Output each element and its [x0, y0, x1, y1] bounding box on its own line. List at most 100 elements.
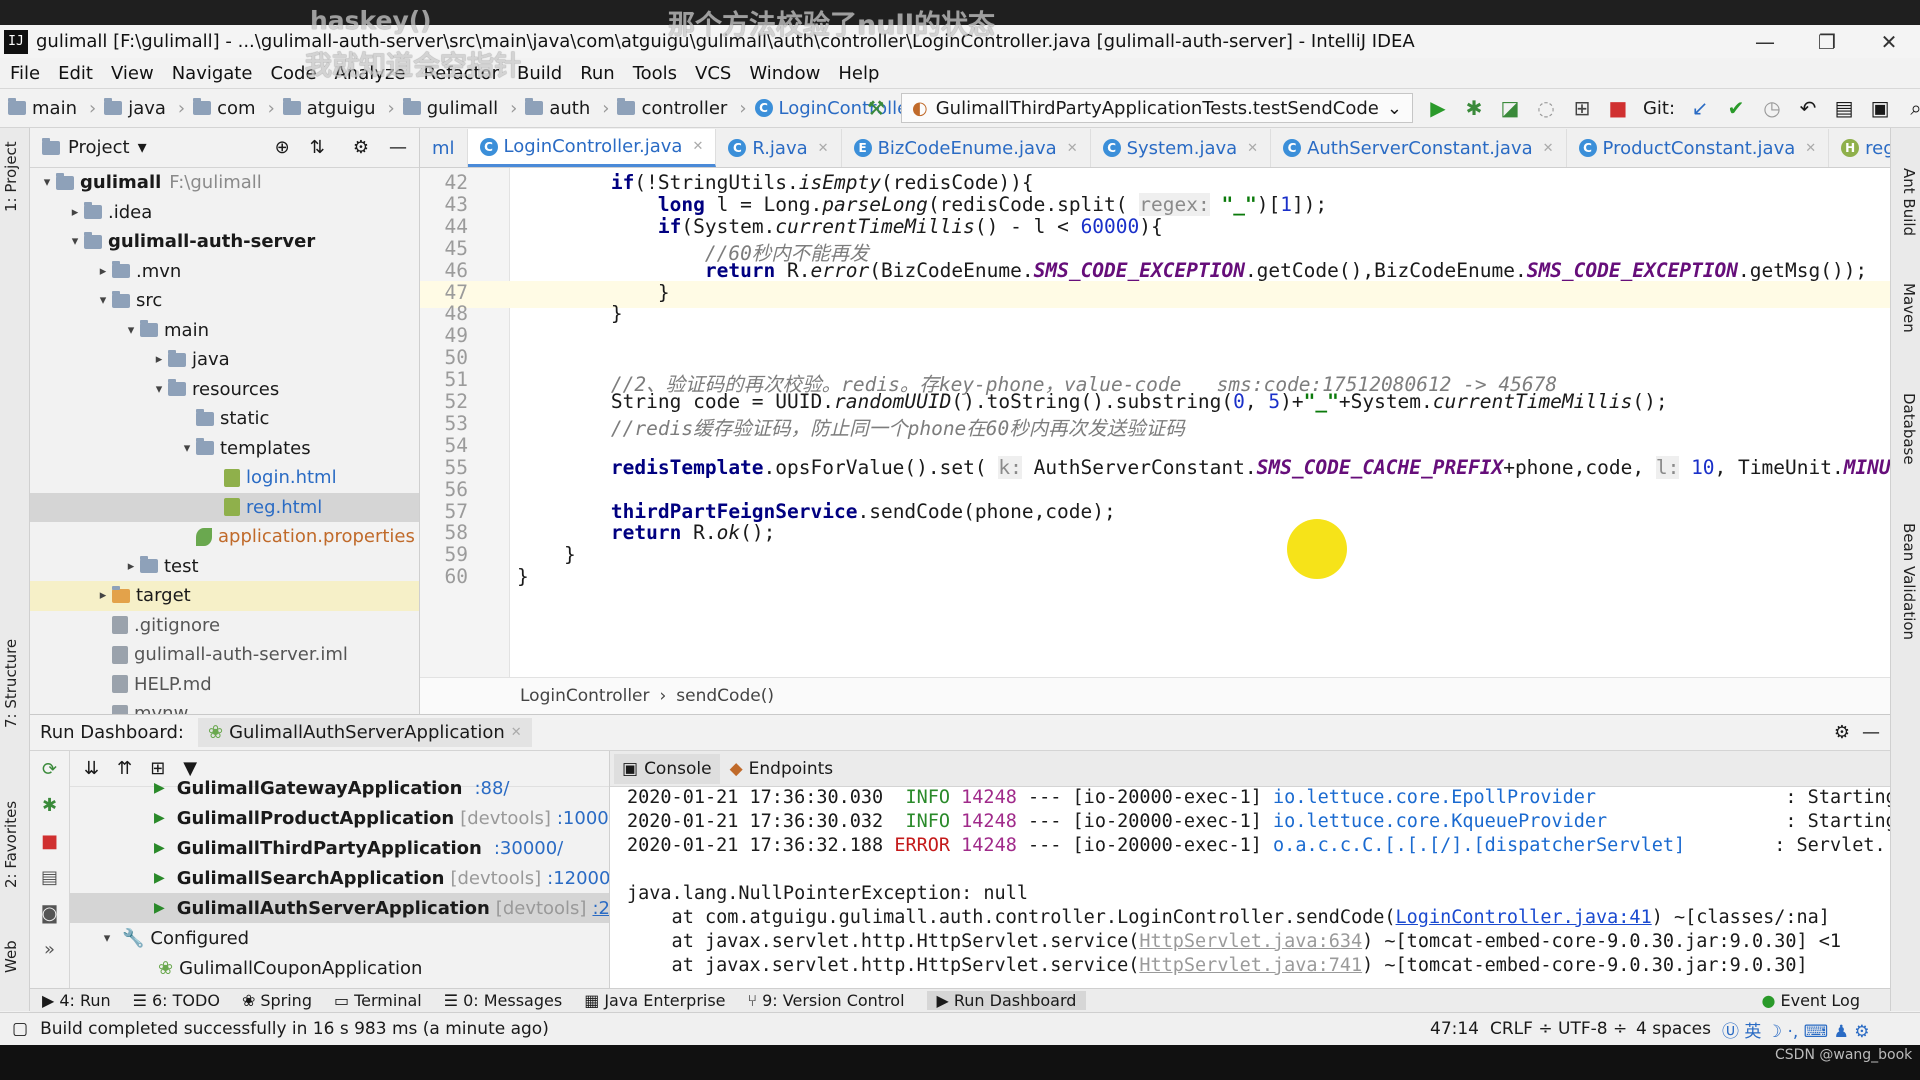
- project-tool-tab[interactable]: 1: Project: [2, 141, 20, 212]
- bottom-tab[interactable]: ▶ Run Dashboard: [926, 991, 1087, 1010]
- tree-node[interactable]: ▾ main: [30, 316, 419, 346]
- profile-icon[interactable]: ◌: [1535, 96, 1557, 120]
- stop-icon[interactable]: ■: [1607, 96, 1629, 120]
- editor-tab[interactable]: E BizCodeEnume.java ✕: [842, 129, 1091, 167]
- event-log-tab[interactable]: ● Event Log: [1762, 991, 1860, 1010]
- bottom-tab[interactable]: ▭ Terminal: [334, 991, 422, 1010]
- bottom-tab[interactable]: ⑂ 9: Version Control: [748, 991, 905, 1010]
- tree-node[interactable]: reg.html: [30, 492, 419, 522]
- history-icon[interactable]: ◷: [1761, 96, 1783, 120]
- chevron-down-icon[interactable]: ▾: [38, 175, 56, 190]
- editor-tab[interactable]: C R.java ✕: [716, 129, 842, 167]
- menu-file[interactable]: File: [10, 63, 40, 84]
- bottom-tab[interactable]: ☰ 6: TODO: [133, 991, 220, 1010]
- gear-icon[interactable]: ⚙: [353, 137, 369, 158]
- close-tab-icon[interactable]: ✕: [692, 139, 703, 154]
- service-row[interactable]: ▶ GulimallProductApplication [devtools]:10…: [70, 803, 609, 833]
- menu-view[interactable]: View: [111, 63, 154, 84]
- locate-icon[interactable]: ⊕: [275, 137, 290, 158]
- crumb-java[interactable]: java ›: [104, 98, 185, 119]
- crumb-controller[interactable]: controller ›: [617, 98, 747, 119]
- service-row[interactable]: ▶ GulimallThirdPartyApplication:30000/: [70, 833, 609, 863]
- configured-group[interactable]: ▾ 🔧 Configured: [70, 923, 609, 953]
- editor-tab[interactable]: C AuthServerConstant.java ✕: [1271, 129, 1567, 167]
- chevron-down-icon[interactable]: ▾: [138, 137, 147, 158]
- tree-node[interactable]: ▸ .mvn: [30, 257, 419, 287]
- breadcrumb-class[interactable]: LoginController: [520, 686, 649, 706]
- favorites-tool-tab[interactable]: 2: Favorites: [2, 801, 20, 888]
- crumb-com[interactable]: com ›: [193, 98, 275, 119]
- tree-node[interactable]: login.html: [30, 463, 419, 493]
- crumb-auth[interactable]: auth ›: [525, 98, 609, 119]
- git-update-icon[interactable]: ↙: [1689, 96, 1711, 120]
- collapse-all-icon[interactable]: ⇅: [310, 137, 325, 158]
- layout-toggle-icon[interactable]: ▢: [12, 1019, 28, 1039]
- bottom-tab[interactable]: ▶ 4: Run: [42, 991, 111, 1010]
- database-tool-tab[interactable]: Database: [1900, 393, 1918, 465]
- expand-all-icon[interactable]: ⇊: [84, 758, 99, 779]
- service-row[interactable]: ▶ GulimallSearchApplication [devtools]:120…: [70, 863, 609, 893]
- chevron-down-icon[interactable]: ▾: [178, 441, 196, 456]
- build-icon[interactable]: ⊞: [1571, 96, 1593, 120]
- structure-tool-tab[interactable]: 7: Structure: [2, 639, 20, 728]
- debug-icon[interactable]: ✱: [1463, 96, 1485, 120]
- service-port[interactable]: :30000/: [494, 838, 563, 859]
- tree-node[interactable]: ▸ java: [30, 345, 419, 375]
- web-tool-tab[interactable]: Web: [2, 940, 20, 973]
- bottom-tab[interactable]: ▦ Java Enterprise: [584, 991, 725, 1010]
- gear-icon[interactable]: ⚙: [1834, 722, 1850, 743]
- editor-tab[interactable]: Hreg.html✕: [1829, 129, 1890, 167]
- stop-icon[interactable]: ■: [30, 823, 69, 859]
- menu-refactor[interactable]: Refactor: [423, 63, 499, 84]
- run-icon[interactable]: ▶: [1427, 96, 1449, 120]
- tree-node[interactable]: ▸ test: [30, 552, 419, 582]
- run-config-select[interactable]: ◐ GulimallThirdPartyApplicationTests.tes…: [901, 93, 1413, 123]
- close-button[interactable]: ✕: [1858, 25, 1920, 58]
- code-view[interactable]: 42 if(!StringUtils.isEmpty(redisCode)){4…: [420, 168, 1890, 677]
- service-row[interactable]: ▶ GulimallAuthServerApplication [devtools]…: [70, 893, 609, 923]
- maximize-button[interactable]: ❐: [1796, 25, 1858, 58]
- tree-node[interactable]: gulimall-auth-server.iml: [30, 640, 419, 670]
- tree-node[interactable]: static: [30, 404, 419, 434]
- filter-icon[interactable]: ▼: [183, 758, 197, 779]
- indent-setting[interactable]: 4 spaces: [1636, 1019, 1711, 1039]
- camera-icon[interactable]: ◙: [30, 895, 69, 931]
- close-tab-icon[interactable]: ✕: [818, 141, 829, 156]
- service-port[interactable]: :10000/: [557, 808, 609, 829]
- tree-node[interactable]: ▾ gulimall F:\gulimall: [30, 168, 419, 198]
- caret-position[interactable]: 47:14: [1430, 1019, 1479, 1039]
- menu-window[interactable]: Window: [749, 63, 820, 84]
- crumb-main[interactable]: main ›: [8, 98, 96, 119]
- service-port[interactable]: :20000/: [592, 898, 609, 919]
- project-panel-title[interactable]: Project: [68, 137, 130, 158]
- chevron-right-icon[interactable]: ▸: [122, 559, 140, 574]
- layout-icon[interactable]: ▣: [1869, 96, 1891, 120]
- file-encoding[interactable]: UTF-8 ÷: [1558, 1019, 1627, 1039]
- group-icon[interactable]: ⊞: [150, 758, 165, 779]
- hammer-icon[interactable]: ⚒: [865, 96, 887, 120]
- chevron-down-icon[interactable]: ▾: [66, 234, 84, 249]
- chevron-right-icon[interactable]: ▸: [94, 264, 112, 279]
- chevron-right-icon[interactable]: ▸: [150, 352, 168, 367]
- rerun-icon[interactable]: ⟳: [30, 751, 69, 787]
- breadcrumb-method[interactable]: sendCode(): [676, 686, 774, 706]
- crumb-atguigu[interactable]: atguigu ›: [282, 98, 395, 119]
- tree-node[interactable]: ▸ target: [30, 581, 419, 611]
- menu-analyze[interactable]: Analyze: [335, 63, 406, 84]
- git-commit-icon[interactable]: ✔: [1725, 96, 1747, 120]
- crumb-gulimall[interactable]: gulimall ›: [402, 98, 517, 119]
- bottom-tab[interactable]: ❀ Spring: [242, 991, 312, 1010]
- project-structure-icon[interactable]: ▤: [1833, 96, 1855, 120]
- menu-run[interactable]: Run: [580, 63, 615, 84]
- menu-edit[interactable]: Edit: [58, 63, 93, 84]
- search-icon[interactable]: ⌕: [1905, 96, 1920, 120]
- minimize-button[interactable]: —: [1734, 25, 1796, 58]
- tree-node[interactable]: ▾ src: [30, 286, 419, 316]
- rollback-icon[interactable]: ↶: [1797, 96, 1819, 120]
- close-tab-icon[interactable]: ✕: [1067, 141, 1078, 156]
- tab-endpoints[interactable]: ◆ Endpoints: [722, 754, 842, 784]
- tree-node[interactable]: ▾ resources: [30, 375, 419, 405]
- more-icon[interactable]: »: [30, 931, 69, 967]
- menu-help[interactable]: Help: [838, 63, 879, 84]
- chevron-down-icon[interactable]: ▾: [150, 382, 168, 397]
